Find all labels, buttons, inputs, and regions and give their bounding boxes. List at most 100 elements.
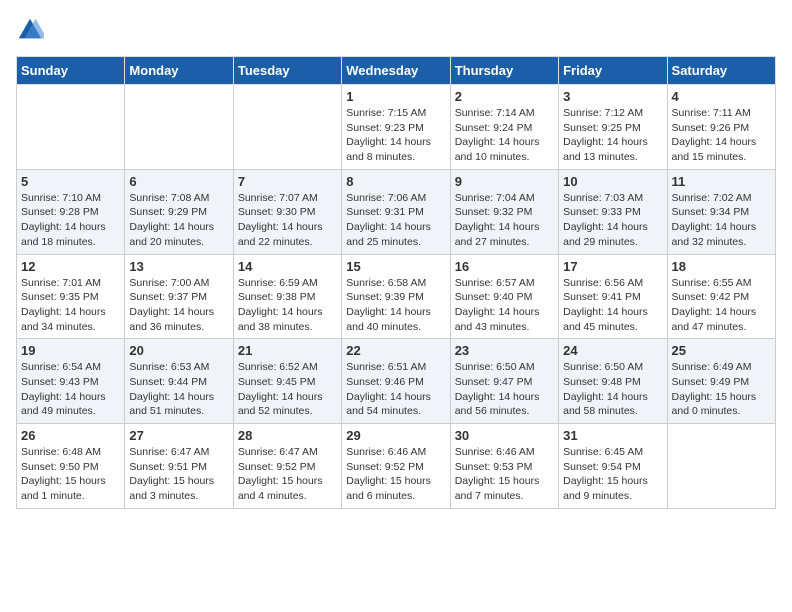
day-number: 21 (238, 343, 337, 358)
calendar-cell: 11Sunrise: 7:02 AMSunset: 9:34 PMDayligh… (667, 169, 775, 254)
calendar-cell: 26 Sunrise: 6:48 AMSunset: 9:50 PMDayligh… (17, 424, 125, 509)
day-info: Sunrise: 7:02 AMSunset: 9:34 PMDaylight:… (672, 191, 771, 250)
day-number: 31 (563, 428, 662, 443)
weekday-header: Wednesday (342, 57, 450, 85)
day-info: Sunrise: 6:48 AMSunset: 9:50 PMDaylight:… (21, 445, 120, 504)
calendar-cell: 4 Sunrise: 7:11 AMSunset: 9:26 PMDaylight… (667, 85, 775, 170)
day-number: 7 (238, 174, 337, 189)
day-number: 1 (346, 89, 445, 104)
calendar-cell: 9Sunrise: 7:04 AMSunset: 9:32 PMDaylight… (450, 169, 558, 254)
page-header (16, 16, 776, 44)
calendar-cell: 5 Sunrise: 7:10 AMSunset: 9:28 PMDaylight… (17, 169, 125, 254)
day-number: 29 (346, 428, 445, 443)
day-info: Sunrise: 7:00 AMSunset: 9:37 PMDaylight:… (129, 276, 228, 335)
day-number: 10 (563, 174, 662, 189)
calendar-table: SundayMondayTuesdayWednesdayThursdayFrid… (16, 56, 776, 509)
calendar-cell: 27 Sunrise: 6:47 AMSunset: 9:51 PMDayligh… (125, 424, 233, 509)
calendar-cell (233, 85, 341, 170)
calendar-cell: 22 Sunrise: 6:51 AMSunset: 9:46 PMDayligh… (342, 339, 450, 424)
day-number: 6 (129, 174, 228, 189)
day-number: 19 (21, 343, 120, 358)
day-info: Sunrise: 7:01 AMSunset: 9:35 PMDaylight:… (21, 276, 120, 335)
weekday-header: Thursday (450, 57, 558, 85)
calendar-cell: 10 Sunrise: 7:03 AMSunset: 9:33 PMDayligh… (559, 169, 667, 254)
calendar-week-row: 5 Sunrise: 7:10 AMSunset: 9:28 PMDaylight… (17, 169, 776, 254)
day-info: Sunrise: 7:10 AMSunset: 9:28 PMDaylight:… (21, 191, 120, 250)
day-number: 25 (672, 343, 771, 358)
day-info: Sunrise: 6:46 AMSunset: 9:52 PMDaylight:… (346, 445, 445, 504)
calendar-cell: 31 Sunrise: 6:45 AMSunset: 9:54 PMDayligh… (559, 424, 667, 509)
day-info: Sunrise: 6:47 AMSunset: 9:51 PMDaylight:… (129, 445, 228, 504)
day-number: 17 (563, 259, 662, 274)
day-info: Sunrise: 6:46 AMSunset: 9:53 PMDaylight:… (455, 445, 554, 504)
calendar-week-row: 12 Sunrise: 7:01 AMSunset: 9:35 PMDayligh… (17, 254, 776, 339)
day-number: 15 (346, 259, 445, 274)
calendar-cell: 15 Sunrise: 6:58 AMSunset: 9:39 PMDayligh… (342, 254, 450, 339)
calendar-week-row: 1 Sunrise: 7:15 AMSunset: 9:23 PMDaylight… (17, 85, 776, 170)
calendar-cell: 3 Sunrise: 7:12 AMSunset: 9:25 PMDaylight… (559, 85, 667, 170)
day-number: 8 (346, 174, 445, 189)
calendar-cell: 23 Sunrise: 6:50 AMSunset: 9:47 PMDayligh… (450, 339, 558, 424)
calendar-cell (125, 85, 233, 170)
weekday-header: Monday (125, 57, 233, 85)
calendar-cell: 30 Sunrise: 6:46 AMSunset: 9:53 PMDayligh… (450, 424, 558, 509)
day-info: Sunrise: 7:14 AMSunset: 9:24 PMDaylight:… (455, 106, 554, 165)
day-number: 2 (455, 89, 554, 104)
day-info: Sunrise: 6:50 AMSunset: 9:48 PMDaylight:… (563, 360, 662, 419)
logo (16, 16, 48, 44)
calendar-cell: 16Sunrise: 6:57 AMSunset: 9:40 PMDayligh… (450, 254, 558, 339)
day-number: 30 (455, 428, 554, 443)
day-info: Sunrise: 6:50 AMSunset: 9:47 PMDaylight:… (455, 360, 554, 419)
calendar-cell: 21 Sunrise: 6:52 AMSunset: 9:45 PMDayligh… (233, 339, 341, 424)
calendar-cell (667, 424, 775, 509)
logo-icon (16, 16, 44, 44)
calendar-week-row: 19 Sunrise: 6:54 AMSunset: 9:43 PMDayligh… (17, 339, 776, 424)
day-info: Sunrise: 7:12 AMSunset: 9:25 PMDaylight:… (563, 106, 662, 165)
day-info: Sunrise: 6:52 AMSunset: 9:45 PMDaylight:… (238, 360, 337, 419)
day-info: Sunrise: 6:49 AMSunset: 9:49 PMDaylight:… (672, 360, 771, 419)
day-number: 27 (129, 428, 228, 443)
day-number: 18 (672, 259, 771, 274)
day-info: Sunrise: 7:08 AMSunset: 9:29 PMDaylight:… (129, 191, 228, 250)
day-info: Sunrise: 6:54 AMSunset: 9:43 PMDaylight:… (21, 360, 120, 419)
calendar-cell: 13Sunrise: 7:00 AMSunset: 9:37 PMDayligh… (125, 254, 233, 339)
day-info: Sunrise: 7:11 AMSunset: 9:26 PMDaylight:… (672, 106, 771, 165)
calendar-cell: 1 Sunrise: 7:15 AMSunset: 9:23 PMDaylight… (342, 85, 450, 170)
day-number: 23 (455, 343, 554, 358)
calendar-cell: 28Sunrise: 6:47 AMSunset: 9:52 PMDayligh… (233, 424, 341, 509)
weekday-header: Sunday (17, 57, 125, 85)
day-number: 26 (21, 428, 120, 443)
day-info: Sunrise: 6:47 AMSunset: 9:52 PMDaylight:… (238, 445, 337, 504)
weekday-header: Tuesday (233, 57, 341, 85)
day-number: 16 (455, 259, 554, 274)
day-info: Sunrise: 6:51 AMSunset: 9:46 PMDaylight:… (346, 360, 445, 419)
weekday-header: Saturday (667, 57, 775, 85)
day-info: Sunrise: 6:53 AMSunset: 9:44 PMDaylight:… (129, 360, 228, 419)
calendar-cell: 24Sunrise: 6:50 AMSunset: 9:48 PMDayligh… (559, 339, 667, 424)
day-info: Sunrise: 7:03 AMSunset: 9:33 PMDaylight:… (563, 191, 662, 250)
calendar-cell: 14 Sunrise: 6:59 AMSunset: 9:38 PMDayligh… (233, 254, 341, 339)
day-number: 3 (563, 89, 662, 104)
day-number: 22 (346, 343, 445, 358)
calendar-cell: 18 Sunrise: 6:55 AMSunset: 9:42 PMDayligh… (667, 254, 775, 339)
day-info: Sunrise: 6:55 AMSunset: 9:42 PMDaylight:… (672, 276, 771, 335)
day-info: Sunrise: 7:15 AMSunset: 9:23 PMDaylight:… (346, 106, 445, 165)
calendar-cell: 8 Sunrise: 7:06 AMSunset: 9:31 PMDaylight… (342, 169, 450, 254)
calendar-cell: 2 Sunrise: 7:14 AMSunset: 9:24 PMDaylight… (450, 85, 558, 170)
day-info: Sunrise: 6:58 AMSunset: 9:39 PMDaylight:… (346, 276, 445, 335)
day-number: 14 (238, 259, 337, 274)
calendar-cell: 29 Sunrise: 6:46 AMSunset: 9:52 PMDayligh… (342, 424, 450, 509)
calendar-cell: 7Sunrise: 7:07 AMSunset: 9:30 PMDaylight… (233, 169, 341, 254)
calendar-cell: 25 Sunrise: 6:49 AMSunset: 9:49 PMDayligh… (667, 339, 775, 424)
day-info: Sunrise: 6:45 AMSunset: 9:54 PMDaylight:… (563, 445, 662, 504)
day-number: 5 (21, 174, 120, 189)
day-number: 20 (129, 343, 228, 358)
day-info: Sunrise: 6:56 AMSunset: 9:41 PMDaylight:… (563, 276, 662, 335)
day-number: 12 (21, 259, 120, 274)
day-number: 9 (455, 174, 554, 189)
day-number: 4 (672, 89, 771, 104)
day-info: Sunrise: 6:59 AMSunset: 9:38 PMDaylight:… (238, 276, 337, 335)
day-info: Sunrise: 7:06 AMSunset: 9:31 PMDaylight:… (346, 191, 445, 250)
calendar-cell (17, 85, 125, 170)
calendar-cell: 6 Sunrise: 7:08 AMSunset: 9:29 PMDaylight… (125, 169, 233, 254)
